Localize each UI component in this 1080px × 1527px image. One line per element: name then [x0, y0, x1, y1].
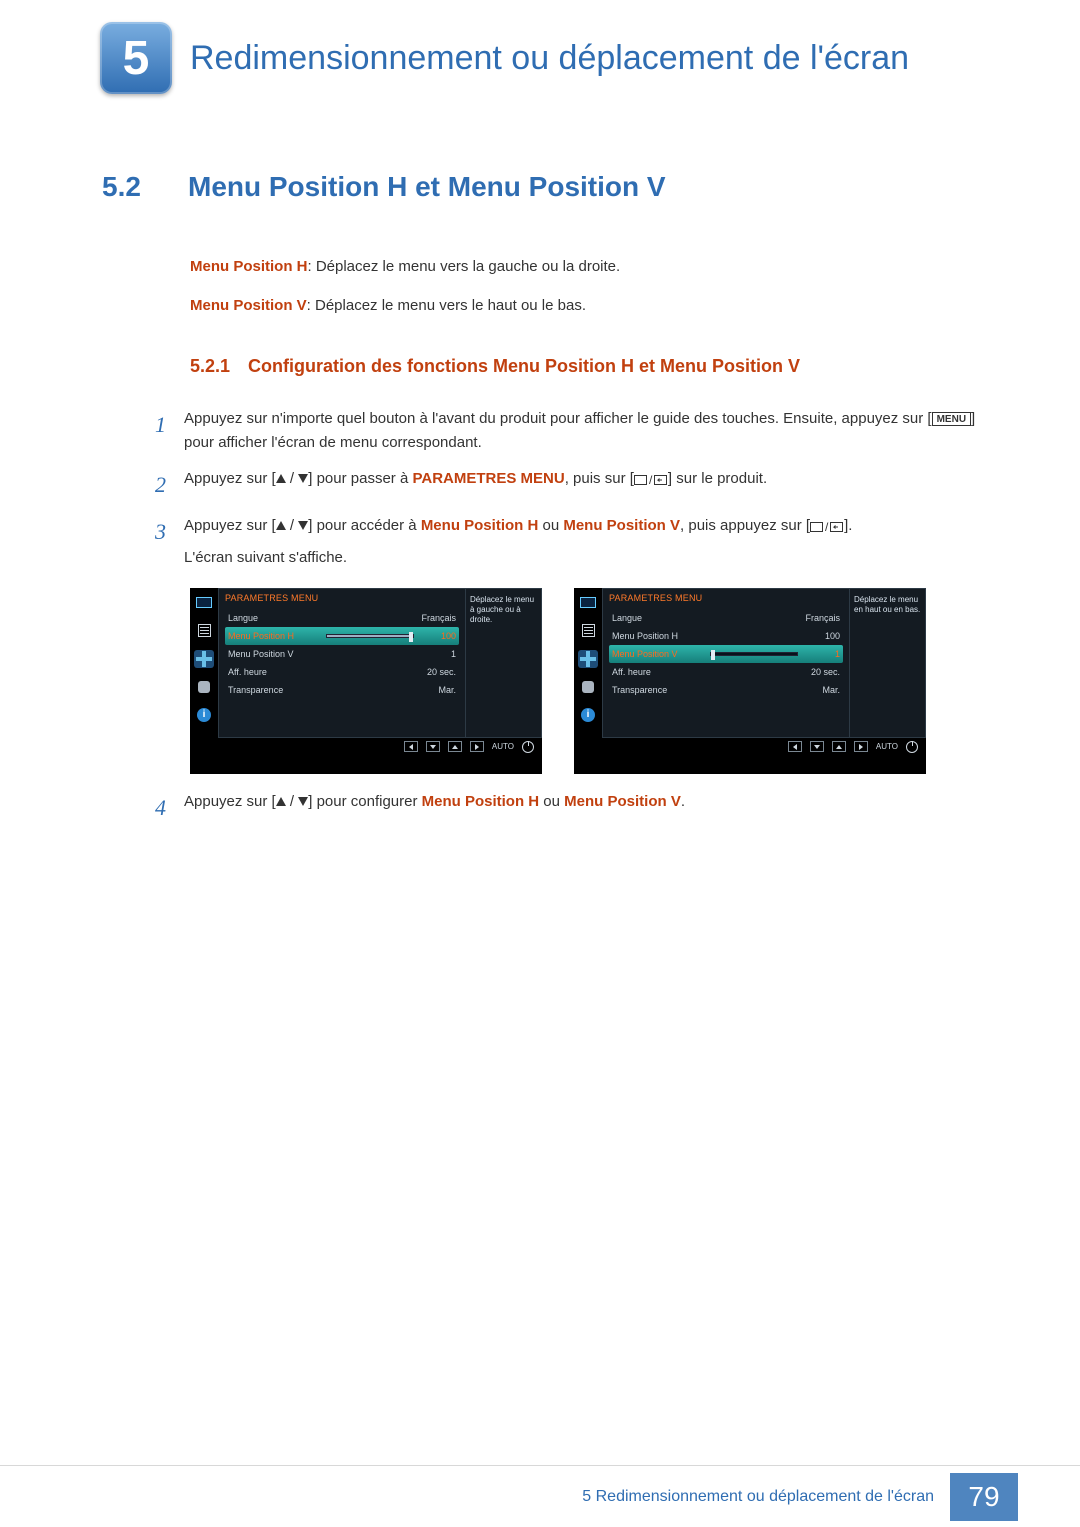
chapter-header: 5 Redimensionnement ou déplacement de l'… — [0, 0, 1080, 103]
osd-row-menu-position-v: Menu Position V 1 — [225, 645, 459, 663]
nav-up-icon — [448, 741, 462, 752]
select-enter-icon: / — [810, 520, 844, 533]
arrow-up-icon — [276, 797, 286, 806]
definition-menu-position-v: Menu Position V: Déplacez le menu vers l… — [190, 294, 980, 317]
arrow-down-icon — [298, 521, 308, 530]
slider-menu-position-v — [710, 652, 798, 656]
osd-row-aff-heure: Aff. heure 20 sec. — [609, 663, 843, 681]
osd-menu-position-v: i PARAMETRES MENU Langue Français Menu P… — [574, 588, 926, 774]
osd-title: PARAMETRES MENU — [225, 593, 459, 603]
page-footer: 5 Redimensionnement ou déplacement de l'… — [0, 1465, 1080, 1527]
osd-row-transparence: Transparence Mar. — [609, 681, 843, 699]
osd-row-menu-position-v: Menu Position V 1 — [609, 645, 843, 663]
chapter-title: Redimensionnement ou déplacement de l'éc… — [190, 38, 909, 78]
menu-button-label: MENU — [932, 412, 971, 426]
osd-footer: AUTO — [218, 738, 542, 756]
ref-parametres-menu: PARAMETRES MENU — [412, 470, 564, 487]
osd-menu-position-h: i PARAMETRES MENU Langue Français Menu P… — [190, 588, 542, 774]
step-number: 2 — [142, 467, 166, 502]
arrow-up-icon — [276, 474, 286, 483]
nav-right-icon — [470, 741, 484, 752]
subsection-heading: 5.2.1 Configuration des fonctions Menu Po… — [190, 356, 980, 377]
power-icon — [522, 741, 534, 753]
osd-row-aff-heure: Aff. heure 20 sec. — [225, 663, 459, 681]
osd-sidebar: i — [190, 588, 218, 756]
osd-row-menu-position-h: Menu Position H 100 — [225, 627, 459, 645]
auto-label: AUTO — [492, 742, 514, 751]
section-number: 5.2 — [102, 171, 162, 203]
step-2: 2 Appuyez sur [ / ] pour passer à PARAME… — [142, 467, 980, 502]
svg-text:/: / — [825, 520, 829, 533]
screen-follows-label: L'écran suivant s'affiche. — [184, 549, 347, 566]
ref-menu-position-v: Menu Position V — [564, 793, 681, 810]
svg-text:/: / — [649, 473, 653, 486]
info-tab-icon: i — [194, 706, 214, 724]
nav-down-icon — [810, 741, 824, 752]
select-enter-icon: / — [634, 473, 668, 486]
power-icon — [906, 741, 918, 753]
subsection-title: Configuration des fonctions Menu Positio… — [248, 356, 800, 376]
auto-label: AUTO — [876, 742, 898, 751]
osd-sidebar: i — [574, 588, 602, 756]
footer-chapter-title: 5 Redimensionnement ou déplacement de l'… — [582, 1488, 934, 1506]
picture-tab-icon — [578, 594, 598, 612]
osd-row-langue: Langue Français — [609, 609, 843, 627]
setup-tab-icon — [578, 678, 598, 696]
step-3: 3 Appuyez sur [ / ] pour accéder à Menu … — [142, 514, 980, 570]
osd-tooltip: Déplacez le menu à gauche ou à droite. — [465, 589, 541, 737]
osd-screenshots: i PARAMETRES MENU Langue Français Menu P… — [190, 588, 980, 774]
osd-title: PARAMETRES MENU — [609, 593, 843, 603]
step-number: 3 — [142, 514, 166, 570]
ref-menu-position-h: Menu Position H — [422, 793, 540, 810]
section-heading: 5.2 Menu Position H et Menu Position V — [102, 171, 980, 203]
ref-menu-position-h: Menu Position H — [421, 517, 539, 534]
list-tab-icon — [194, 622, 214, 640]
step-number: 1 — [142, 407, 166, 455]
osd-row-transparence: Transparence Mar. — [225, 681, 459, 699]
list-tab-icon — [578, 622, 598, 640]
page-number: 79 — [950, 1473, 1018, 1521]
osd-row-menu-position-h: Menu Position H 100 — [609, 627, 843, 645]
osd-footer: AUTO — [602, 738, 926, 756]
arrow-down-icon — [298, 474, 308, 483]
nav-left-icon — [404, 741, 418, 752]
info-tab-icon: i — [578, 706, 598, 724]
setup-tab-icon — [194, 678, 214, 696]
osd-row-langue: Langue Français — [225, 609, 459, 627]
section-title: Menu Position H et Menu Position V — [188, 171, 666, 203]
ref-menu-position-v: Menu Position V — [563, 517, 680, 534]
nav-down-icon — [426, 741, 440, 752]
definition-menu-position-h: Menu Position H: Déplacez le menu vers l… — [190, 255, 980, 278]
arrow-down-icon — [298, 797, 308, 806]
term-menu-position-v: Menu Position V — [190, 297, 307, 314]
step-4: 4 Appuyez sur [ / ] pour configurer Menu… — [142, 790, 980, 825]
arrow-up-icon — [276, 521, 286, 530]
term-menu-position-h: Menu Position H — [190, 258, 308, 275]
nav-left-icon — [788, 741, 802, 752]
osd-tooltip: Déplacez le menu en haut ou en bas. — [849, 589, 925, 737]
step-1: 1 Appuyez sur n'importe quel bouton à l'… — [142, 407, 980, 455]
nav-up-icon — [832, 741, 846, 752]
picture-tab-icon — [194, 594, 214, 612]
subsection-number: 5.2.1 — [190, 356, 230, 376]
nav-right-icon — [854, 741, 868, 752]
step-number: 4 — [142, 790, 166, 825]
steps-list: 1 Appuyez sur n'importe quel bouton à l'… — [142, 407, 980, 570]
chapter-number-badge: 5 — [100, 22, 172, 94]
position-tab-icon — [194, 650, 214, 668]
position-tab-icon — [578, 650, 598, 668]
slider-menu-position-h — [326, 634, 414, 638]
